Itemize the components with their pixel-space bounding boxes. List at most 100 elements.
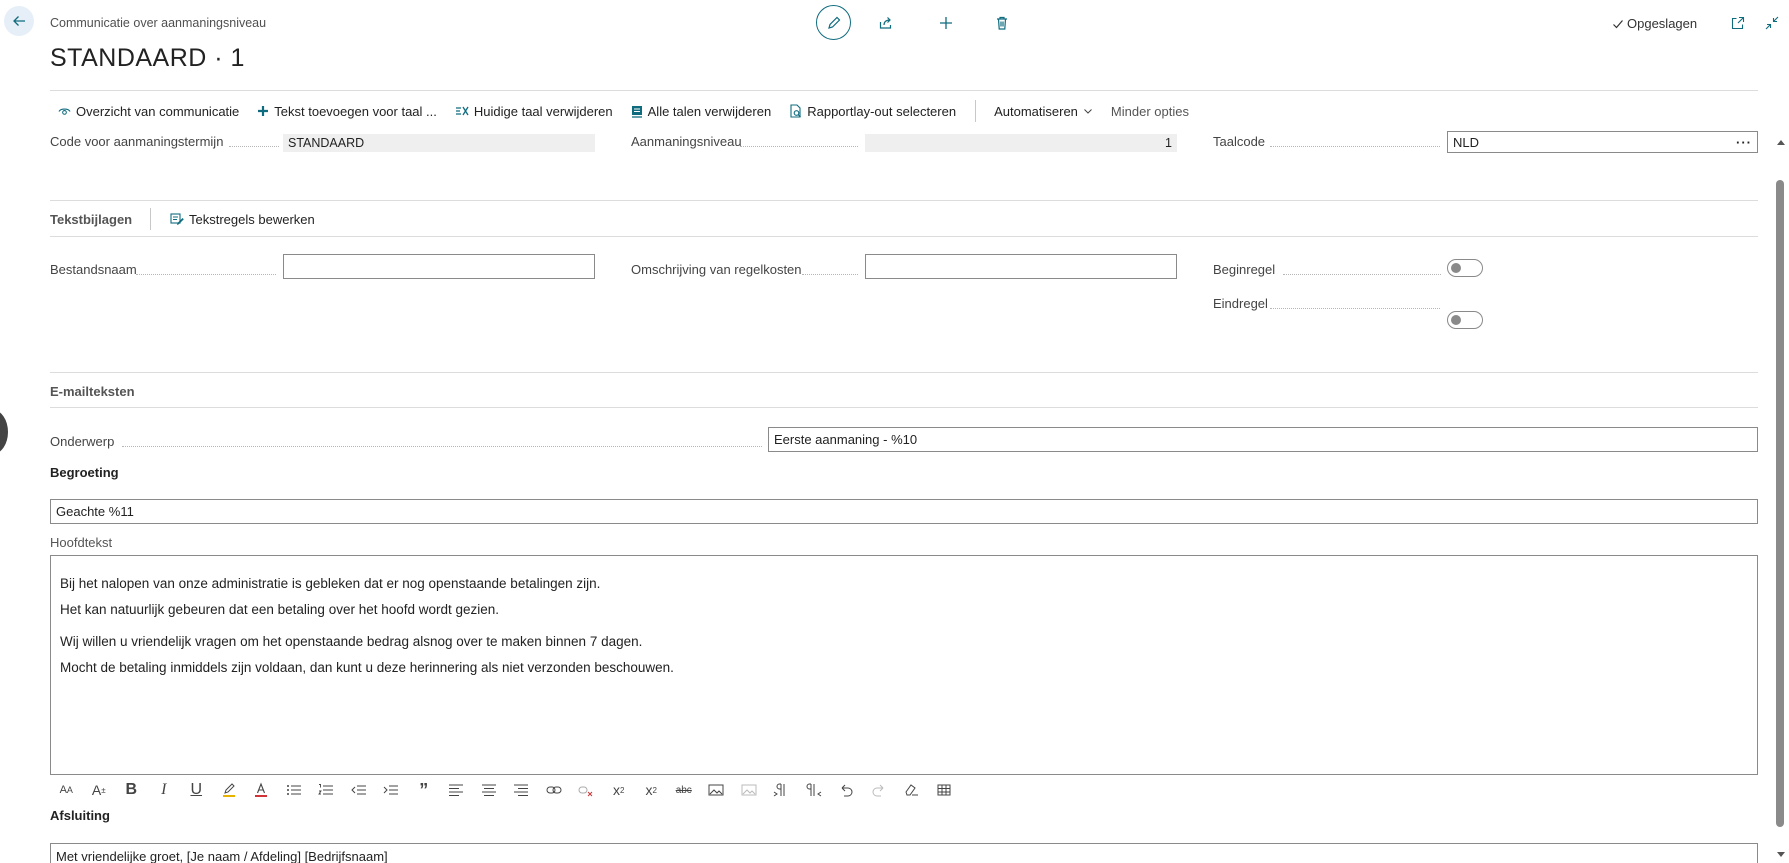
end-line-toggle[interactable] — [1447, 311, 1483, 329]
numbered-list-icon[interactable] — [310, 778, 343, 802]
select-report-layout-action[interactable]: Rapportlay-out selecteren — [780, 99, 965, 123]
filename-dots — [136, 274, 276, 275]
section-divider — [50, 200, 1758, 201]
strikethrough-icon[interactable]: abc — [668, 778, 701, 802]
closing-input[interactable]: Met vriendelijke groet, [Je naam / Afdel… — [50, 843, 1758, 863]
bullet-list-icon[interactable] — [278, 778, 311, 802]
rtl-icon[interactable] — [798, 778, 831, 802]
report-layout-icon — [790, 104, 802, 118]
edit-text-lines-icon — [170, 212, 184, 225]
font-size-icon[interactable]: AA — [50, 778, 83, 802]
font-grow-icon[interactable]: A ± — [83, 778, 116, 802]
link-icon[interactable] — [538, 778, 571, 802]
lookup-ellipsis-icon[interactable]: ··· — [1736, 135, 1752, 150]
language-code-label: Taalcode — [1213, 134, 1266, 149]
checkmark-icon — [1613, 19, 1623, 28]
insert-table-icon[interactable] — [928, 778, 961, 802]
delete-button[interactable] — [990, 11, 1014, 35]
indent-icon[interactable] — [375, 778, 408, 802]
collapse-icon — [1765, 16, 1779, 30]
body-text-editor[interactable]: Bij het nalopen van onze administratie i… — [50, 555, 1758, 775]
section-divider — [50, 372, 1758, 373]
page-title: STANDAARD · 1 — [50, 44, 245, 72]
attachments-section-title[interactable]: Tekstbijlagen — [50, 212, 132, 227]
side-panel-handle[interactable] — [0, 410, 8, 454]
align-left-icon[interactable] — [440, 778, 473, 802]
remove-language-icon — [455, 106, 469, 116]
open-new-window-button[interactable] — [1728, 13, 1748, 33]
filename-input[interactable] — [283, 254, 595, 279]
body-line: Het kan natuurlijk gebeuren dat een beta… — [60, 602, 500, 617]
font-color-icon[interactable] — [245, 778, 278, 802]
popout-icon — [1731, 16, 1745, 30]
outdent-icon[interactable] — [343, 778, 376, 802]
line-costs-input[interactable] — [865, 254, 1177, 279]
italic-icon[interactable]: I — [148, 778, 181, 802]
save-status: Opgeslagen — [1612, 16, 1697, 31]
body-line: Mocht de betaling inmiddels zijn voldaan… — [60, 660, 674, 675]
closing-label: Afsluiting — [50, 808, 110, 823]
code-label: Code voor aanmaningstermijn — [50, 134, 224, 149]
pencil-icon — [827, 16, 840, 29]
eye-icon — [58, 108, 71, 115]
filename-label: Bestandsnaam — [50, 262, 137, 277]
level-field[interactable]: 1 — [865, 134, 1177, 152]
remove-all-languages-action[interactable]: Alle talen verwijderen — [622, 99, 781, 123]
remove-current-language-action[interactable]: Huidige taal verwijderen — [446, 99, 622, 123]
section-divider — [50, 236, 1758, 237]
bold-icon[interactable]: B — [115, 778, 148, 802]
trash-icon — [997, 16, 1007, 30]
begin-line-toggle[interactable] — [1447, 259, 1483, 277]
body-line: Wij willen u vriendelijk vragen om het o… — [60, 634, 643, 649]
overview-communication-action[interactable]: Overzicht van communicatie — [50, 99, 248, 123]
begin-line-dots — [1283, 274, 1441, 275]
action-bar-separator — [975, 100, 977, 122]
rich-text-toolbar: AA A ± B I U ” x2 x2 abc — [50, 778, 960, 802]
redo-icon[interactable] — [863, 778, 896, 802]
edit-text-lines-action[interactable]: Tekstregels bewerken — [166, 207, 319, 231]
automate-menu[interactable]: Automatiseren — [986, 99, 1102, 123]
language-code-field[interactable]: NLD ··· — [1447, 131, 1758, 153]
subscript-icon[interactable]: x2 — [635, 778, 668, 802]
subject-dots — [122, 446, 762, 447]
chevron-down-icon — [1084, 109, 1092, 114]
body-label: Hoofdtekst — [50, 535, 113, 550]
insert-image-icon[interactable] — [700, 778, 733, 802]
plus-icon — [940, 17, 952, 29]
scrollbar-thumb[interactable] — [1776, 180, 1784, 827]
align-right-icon[interactable] — [505, 778, 538, 802]
attachments-title-separator — [150, 208, 151, 230]
add-text-for-language-action[interactable]: Tekst toevoegen voor taal ... — [248, 99, 446, 123]
underline-icon[interactable]: U — [180, 778, 213, 802]
subject-input[interactable]: Eerste aanmaning - %10 — [768, 427, 1758, 452]
body-line: Bij het nalopen van onze administratie i… — [60, 576, 601, 591]
fewer-options-action[interactable]: Minder opties — [1102, 99, 1198, 123]
email-section-title[interactable]: E-mailteksten — [50, 384, 135, 399]
collapse-button[interactable] — [1762, 13, 1782, 33]
arrow-left-icon — [13, 16, 25, 26]
image-options-icon[interactable] — [733, 778, 766, 802]
share-button[interactable] — [874, 11, 898, 35]
clear-formatting-icon[interactable] — [895, 778, 928, 802]
undo-icon[interactable] — [830, 778, 863, 802]
code-field[interactable]: STANDAARD — [283, 134, 595, 152]
greeting-input[interactable]: Geachte %11 — [50, 499, 1758, 524]
delete-all-icon — [631, 105, 642, 118]
section-divider — [50, 407, 1758, 408]
share-icon — [879, 17, 892, 29]
highlight-icon[interactable] — [213, 778, 246, 802]
end-line-dots — [1270, 308, 1440, 309]
language-code-dots — [1270, 146, 1440, 147]
breadcrumb: Communicatie over aanmaningsniveau — [50, 16, 267, 30]
edit-button[interactable] — [816, 5, 851, 40]
superscript-icon[interactable]: x2 — [603, 778, 636, 802]
ltr-icon[interactable] — [765, 778, 798, 802]
align-center-icon[interactable] — [473, 778, 506, 802]
unlink-icon[interactable] — [570, 778, 603, 802]
new-button[interactable] — [934, 11, 958, 35]
scroll-down-arrow-icon[interactable] — [1776, 851, 1786, 859]
back-button[interactable] — [4, 6, 34, 36]
scroll-up-arrow-icon[interactable] — [1776, 138, 1786, 146]
quote-icon[interactable]: ” — [408, 778, 441, 802]
subject-label: Onderwerp — [50, 434, 115, 449]
